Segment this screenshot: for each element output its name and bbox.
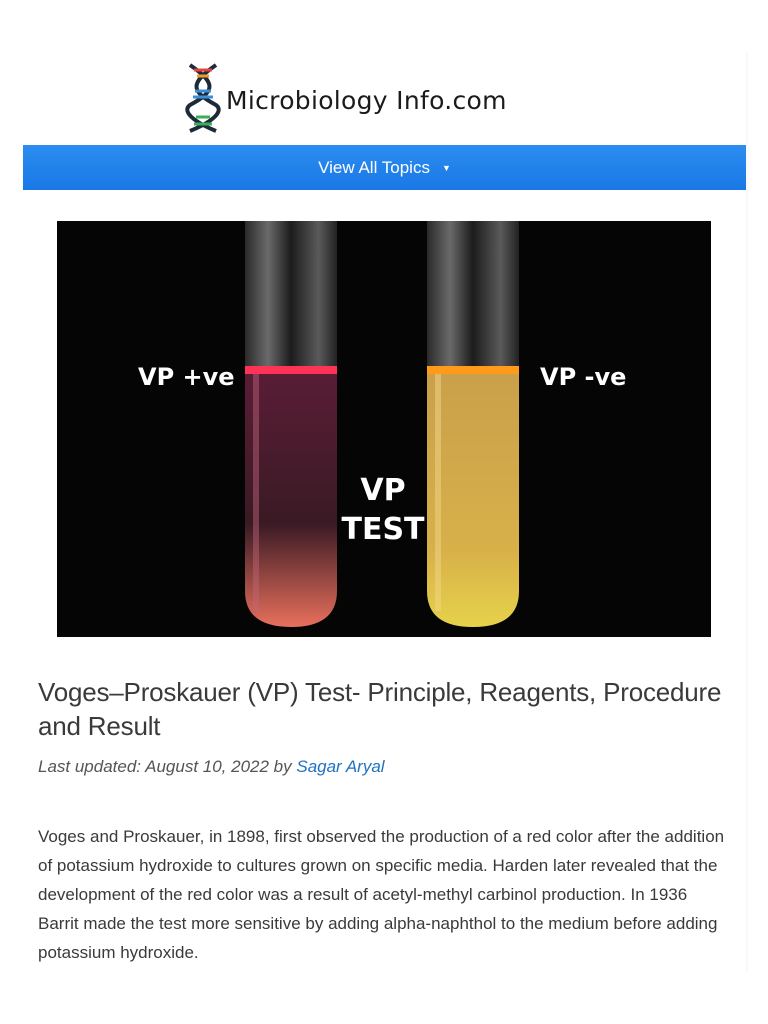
dna-logo-icon: [185, 63, 221, 133]
logo-text: Microbiology Info.com: [226, 85, 507, 115]
hero-image: VP +ve VP -ve VP TEST: [57, 221, 711, 637]
nav-label: View All Topics: [318, 157, 430, 177]
author-link[interactable]: Sagar Aryal: [296, 757, 384, 776]
article-title: Voges–Proskauer (VP) Test- Principle, Re…: [38, 677, 722, 741]
vp-test-label-line1: VP: [360, 473, 406, 508]
vp-negative-label: VP -ve: [540, 363, 627, 391]
vp-test-label: VP TEST: [333, 471, 433, 549]
test-tubes-illustration: [57, 221, 711, 637]
vp-test-label-line2: TEST: [341, 512, 425, 547]
caret-down-icon: ▼: [441, 162, 451, 173]
view-all-topics-menu[interactable]: View All Topics ▼: [23, 145, 746, 190]
vp-positive-label: VP +ve: [138, 363, 235, 391]
article-meta: Last updated: August 10, 2022 by Sagar A…: [38, 757, 385, 777]
last-updated-text: Last updated: August 10, 2022 by: [38, 757, 297, 776]
article-paragraph: Voges and Proskauer, in 1898, first obse…: [38, 827, 725, 962]
site-logo[interactable]: Microbiology Info.com: [184, 60, 584, 136]
